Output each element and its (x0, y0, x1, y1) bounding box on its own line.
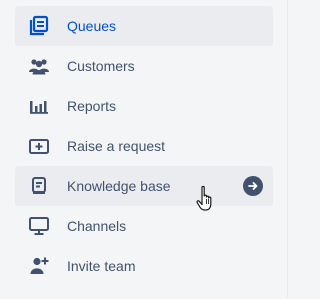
sidebar-item-label: Invite team (67, 258, 136, 274)
sidebar-item-label: Channels (67, 218, 127, 234)
sidebar-item-label: Reports (67, 98, 117, 114)
sidebar-item-customers[interactable]: Customers (15, 46, 273, 86)
queues-icon (27, 14, 51, 38)
sidebar-nav: Queues Customers Reports Raise a request… (15, 6, 273, 286)
sidebar-item-channels[interactable]: Channels (15, 206, 273, 246)
sidebar-item-reports[interactable]: Reports (15, 86, 273, 126)
sidebar-item-knowledge-base[interactable]: Knowledge base (15, 166, 273, 206)
sidebar-divider (287, 0, 288, 298)
sidebar-item-queues[interactable]: Queues (15, 6, 273, 46)
knowledge-base-icon (27, 174, 51, 198)
sidebar-item-raise-a-request[interactable]: Raise a request (15, 126, 273, 166)
channels-icon (27, 214, 51, 238)
sidebar-item-label: Raise a request (67, 138, 166, 154)
sidebar-item-label: Queues (67, 18, 117, 34)
customers-icon (27, 54, 51, 78)
sidebar-item-invite-team[interactable]: Invite team (15, 246, 273, 286)
hand-cursor-icon (196, 185, 216, 213)
arrow-right-circle-icon[interactable] (243, 176, 263, 196)
reports-icon (27, 94, 51, 118)
sidebar-item-label: Customers (67, 58, 135, 74)
raise-request-icon (27, 134, 51, 158)
sidebar-item-label: Knowledge base (67, 178, 171, 194)
invite-team-icon (27, 254, 51, 278)
